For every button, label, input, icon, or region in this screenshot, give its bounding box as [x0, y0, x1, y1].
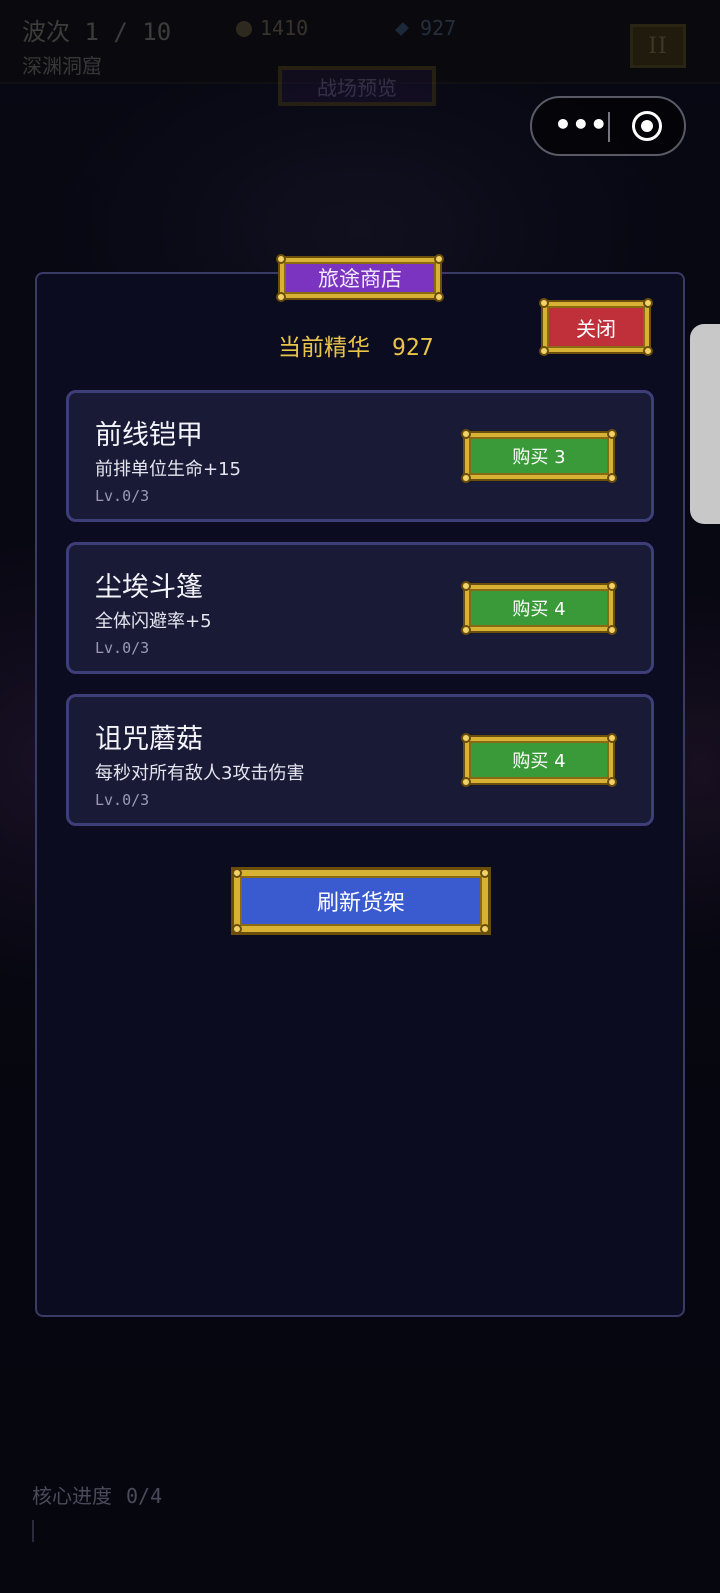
buy-button[interactable]: 购买 3: [461, 429, 617, 483]
refresh-button-label: 刷新货架: [316, 891, 405, 916]
item-description: 全体闪避率+5: [95, 611, 212, 632]
shop-title-text: 旅途商店: [318, 267, 402, 291]
item-description: 前排单位生命+15: [95, 459, 241, 480]
close-button-label: 关闭: [576, 316, 616, 341]
shop-item-card: 尘埃斗篷 全体闪避率+5 Lv.0/3 购买 4: [66, 542, 654, 674]
buy-button-label: 购买 4: [512, 751, 566, 772]
essence-display: 当前精华 927: [278, 328, 434, 362]
close-button[interactable]: 关闭: [539, 298, 653, 356]
shop-item-card: 诅咒蘑菇 每秒对所有敌人3攻击伤害 Lv.0/3 购买 4: [66, 694, 654, 826]
more-dots-icon[interactable]: •••: [554, 111, 608, 142]
core-progress: 核心进度 0/4: [32, 1480, 162, 1509]
essence-value: 927: [392, 335, 434, 361]
item-level: Lv.0/3: [95, 487, 150, 505]
target-icon[interactable]: [632, 111, 662, 141]
refresh-shelf-button[interactable]: 刷新货架: [232, 868, 490, 934]
core-progress-label: 核心进度: [32, 1484, 112, 1508]
item-description: 每秒对所有敌人3攻击伤害: [95, 763, 305, 784]
side-tab[interactable]: [690, 324, 720, 524]
miniprogram-capsule: •••: [530, 96, 686, 156]
shop-title: 旅途商店: [276, 254, 444, 302]
core-progress-bar: [32, 1520, 34, 1542]
buy-button-label: 购买 4: [512, 599, 566, 620]
item-name: 前线铠甲: [95, 420, 203, 451]
capsule-divider: [608, 112, 610, 142]
item-level: Lv.0/3: [95, 639, 150, 657]
buy-button-label: 购买 3: [512, 447, 566, 468]
essence-label: 当前精华: [278, 335, 370, 361]
core-progress-value: 0/4: [126, 1484, 163, 1508]
item-name: 诅咒蘑菇: [95, 724, 203, 755]
buy-button[interactable]: 购买 4: [461, 733, 617, 787]
item-level: Lv.0/3: [95, 791, 150, 809]
shop-item-card: 前线铠甲 前排单位生命+15 Lv.0/3 购买 3: [66, 390, 654, 522]
buy-button[interactable]: 购买 4: [461, 581, 617, 635]
item-name: 尘埃斗篷: [95, 572, 203, 603]
